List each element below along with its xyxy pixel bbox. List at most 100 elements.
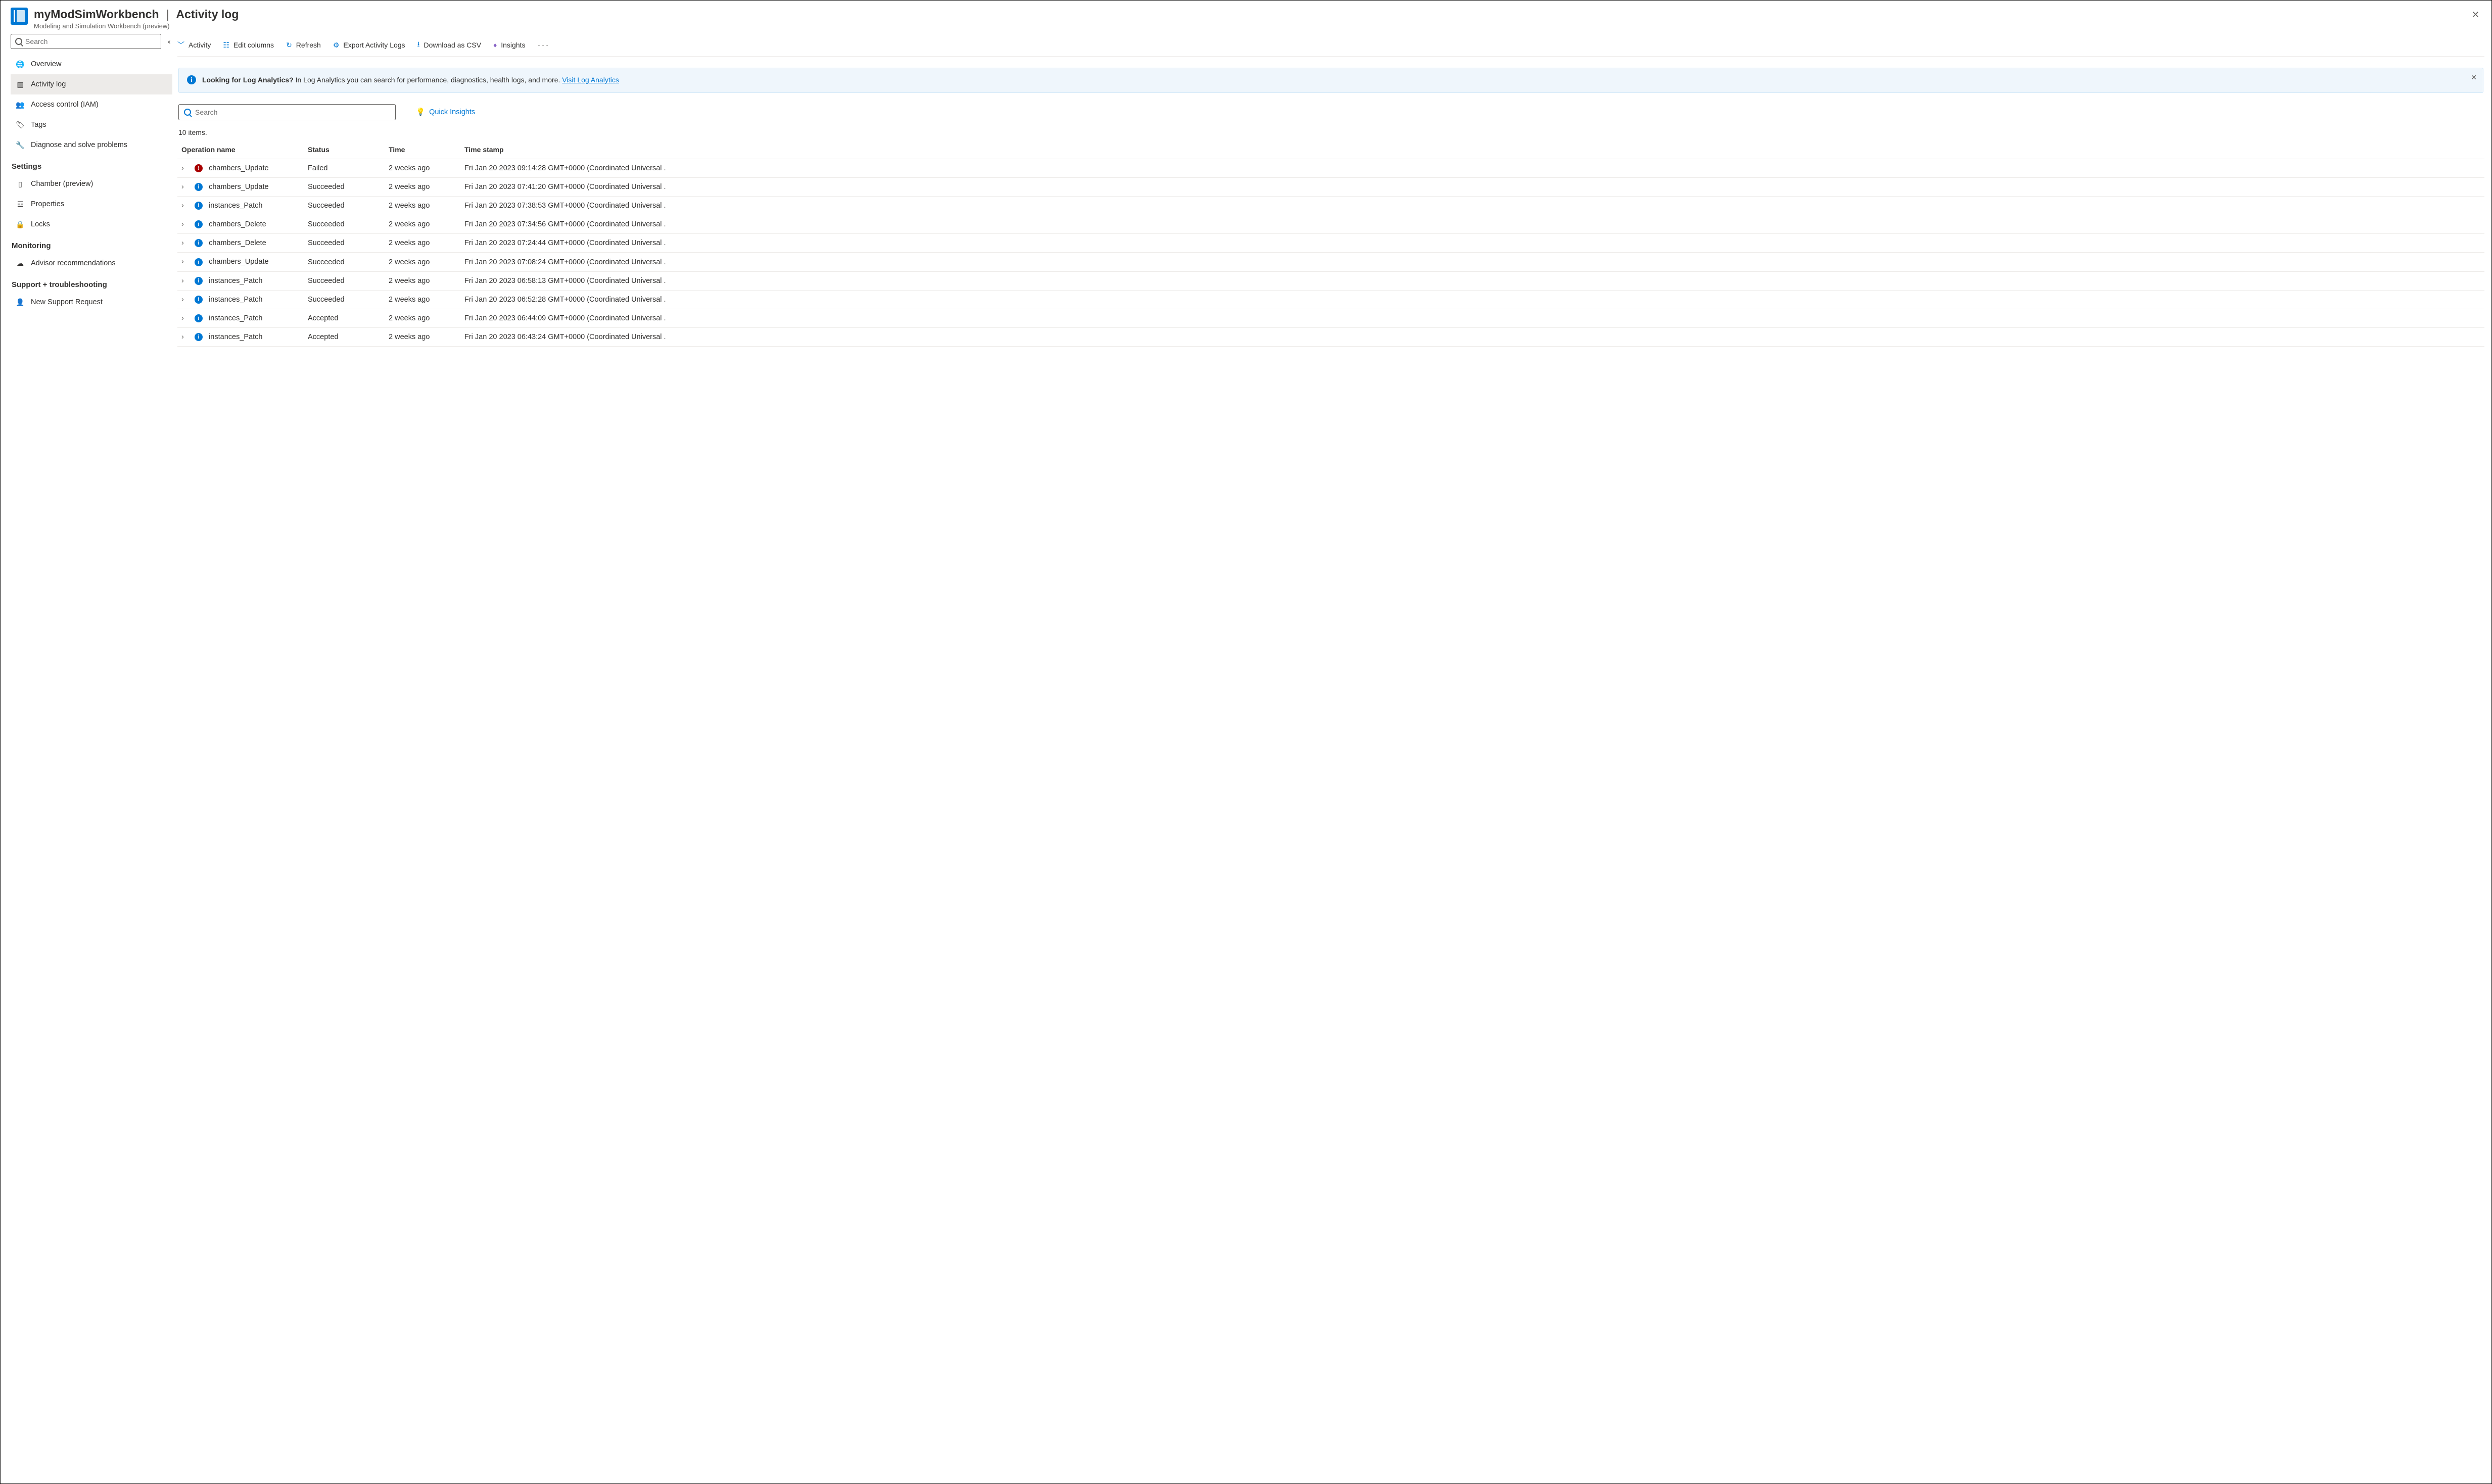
log-icon: ▥ <box>16 80 25 89</box>
sidebar-group-header: Settings <box>11 155 172 174</box>
cell-timestamp: Fri Jan 20 2023 06:43:24 GMT+0000 (Coord… <box>464 333 666 341</box>
column-header-time[interactable]: Time <box>385 140 460 159</box>
expand-row-icon[interactable]: › <box>181 164 187 172</box>
download-csv-button[interactable]: ⭳ Download as CSV <box>417 37 482 53</box>
banner-text: Looking for Log Analytics? In Log Analyt… <box>202 75 619 85</box>
quick-insights-button[interactable]: 💡 Quick Insights <box>416 108 475 116</box>
log-search[interactable] <box>178 104 396 120</box>
toolbar-label: Export Activity Logs <box>343 41 405 49</box>
cell-timestamp: Fri Jan 20 2023 07:08:24 GMT+0000 (Coord… <box>464 258 666 266</box>
status-icon: i <box>195 220 203 228</box>
edit-columns-button[interactable]: ☷ Edit columns <box>223 39 274 52</box>
page-title: myModSimWorkbench | Activity log <box>34 8 2470 21</box>
expand-row-icon[interactable]: › <box>181 220 187 228</box>
table-row[interactable]: › i instances_Patch Succeeded 2 weeks ag… <box>177 271 2484 290</box>
tag-icon: 🏷 <box>16 120 25 129</box>
refresh-icon: ↻ <box>286 41 292 50</box>
expand-row-icon[interactable]: › <box>181 258 187 266</box>
visit-log-analytics-link[interactable]: Visit Log Analytics <box>562 76 619 84</box>
status-icon: i <box>195 296 203 304</box>
cell-time: 2 weeks ago <box>389 258 430 266</box>
expand-row-icon[interactable]: › <box>181 239 187 247</box>
chevron-down-icon: ﹀ <box>177 40 184 50</box>
refresh-button[interactable]: ↻ Refresh <box>286 39 321 52</box>
log-search-input[interactable] <box>195 108 390 116</box>
expand-row-icon[interactable]: › <box>181 314 187 322</box>
sidebar-item-locks[interactable]: 🔒Locks <box>11 214 172 234</box>
banner-title: Looking for Log Analytics? <box>202 76 294 84</box>
sidebar-item-properties[interactable]: ☲Properties <box>11 194 172 214</box>
table-row[interactable]: › i chambers_Delete Succeeded 2 weeks ag… <box>177 234 2484 253</box>
sidebar-item-new-support-request[interactable]: 👤 New Support Request <box>11 292 172 312</box>
resource-name: myModSimWorkbench <box>34 8 159 21</box>
search-icon <box>15 38 22 45</box>
table-row[interactable]: › i chambers_Delete Succeeded 2 weeks ag… <box>177 215 2484 234</box>
table-row[interactable]: › i instances_Patch Succeeded 2 weeks ag… <box>177 290 2484 309</box>
sidebar-group-header: Support + troubleshooting <box>11 273 172 292</box>
sidebar-item-activity-log[interactable]: ▥Activity log <box>11 74 172 94</box>
status-icon: i <box>195 202 203 210</box>
cell-status: Succeeded <box>308 220 345 228</box>
status-icon: ! <box>195 164 203 172</box>
cell-time: 2 weeks ago <box>389 296 430 304</box>
cell-operation: chambers_Update <box>209 164 269 172</box>
table-row[interactable]: › i instances_Patch Accepted 2 weeks ago… <box>177 309 2484 327</box>
cell-status: Succeeded <box>308 296 345 304</box>
sidebar-item-label: New Support Request <box>31 298 103 306</box>
sidebar-item-overview[interactable]: 🌐Overview <box>11 54 172 74</box>
chamber-icon: ▯ <box>16 179 25 188</box>
title-separator: | <box>162 8 173 21</box>
status-icon: i <box>195 239 203 247</box>
cell-time: 2 weeks ago <box>389 164 430 172</box>
column-header-status[interactable]: Status <box>304 140 385 159</box>
status-icon: i <box>195 258 203 266</box>
blade-header: myModSimWorkbench | Activity log Modelin… <box>1 1 2491 34</box>
main-content: ﹀ Activity ☷ Edit columns ↻ Refresh ⚙ Ex… <box>172 34 2491 1483</box>
sidebar-search-input[interactable] <box>25 37 157 45</box>
export-button[interactable]: ⚙ Export Activity Logs <box>333 39 405 52</box>
column-header-timestamp[interactable]: Time stamp <box>460 140 2484 159</box>
table-row[interactable]: › i chambers_Update Succeeded 2 weeks ag… <box>177 177 2484 196</box>
cell-timestamp: Fri Jan 20 2023 06:44:09 GMT+0000 (Coord… <box>464 314 666 322</box>
expand-row-icon[interactable]: › <box>181 296 187 304</box>
toolbar-overflow-button[interactable]: ··· <box>538 40 550 51</box>
cell-status: Accepted <box>308 333 338 341</box>
cell-operation: instances_Patch <box>209 314 262 322</box>
cell-timestamp: Fri Jan 20 2023 09:14:28 GMT+0000 (Coord… <box>464 164 666 172</box>
table-row[interactable]: › i chambers_Update Succeeded 2 weeks ag… <box>177 253 2484 271</box>
table-row[interactable]: › ! chambers_Update Failed 2 weeks ago F… <box>177 159 2484 177</box>
toolbar: ﹀ Activity ☷ Edit columns ↻ Refresh ⚙ Ex… <box>177 34 2484 57</box>
toolbar-label: Refresh <box>296 41 321 49</box>
sidebar-item-label: Access control (IAM) <box>31 101 99 109</box>
expand-row-icon[interactable]: › <box>181 183 187 191</box>
sidebar-search[interactable] <box>11 34 161 49</box>
cell-time: 2 weeks ago <box>389 202 430 210</box>
properties-icon: ☲ <box>16 200 25 209</box>
columns-icon: ☷ <box>223 41 229 50</box>
toolbar-label: Activity <box>189 41 211 49</box>
support-icon: 👤 <box>16 298 25 307</box>
expand-row-icon[interactable]: › <box>181 202 187 210</box>
status-icon: i <box>195 277 203 285</box>
banner-close-button[interactable]: ✕ <box>2471 73 2477 82</box>
search-icon <box>184 109 191 116</box>
expand-row-icon[interactable]: › <box>181 277 187 285</box>
people-icon: 👥 <box>16 100 25 109</box>
table-row[interactable]: › i instances_Patch Accepted 2 weeks ago… <box>177 328 2484 347</box>
column-header-operation[interactable]: Operation name <box>177 140 304 159</box>
info-icon: i <box>187 75 196 84</box>
close-blade-button[interactable]: ✕ <box>2470 8 2481 22</box>
download-icon: ⭳ <box>417 39 420 51</box>
sidebar-item-diagnose-and-solve-problems[interactable]: 🔧Diagnose and solve problems <box>11 135 172 155</box>
sidebar-item-advisor-recommendations[interactable]: ☁Advisor recommendations <box>11 253 172 273</box>
sidebar-item-tags[interactable]: 🏷Tags <box>11 115 172 135</box>
sidebar-item-chamber-preview-[interactable]: ▯Chamber (preview) <box>11 174 172 194</box>
insights-button[interactable]: ♦ Insights <box>493 39 525 51</box>
expand-row-icon[interactable]: › <box>181 333 187 341</box>
table-row[interactable]: › i instances_Patch Succeeded 2 weeks ag… <box>177 196 2484 215</box>
activity-dropdown[interactable]: ﹀ Activity <box>177 38 211 52</box>
activity-log-table: Operation name Status Time Time stamp › … <box>177 140 2484 347</box>
globe-icon: 🌐 <box>16 60 25 69</box>
sidebar-item-access-control-iam-[interactable]: 👥 Access control (IAM) <box>11 94 172 115</box>
toolbar-label: Insights <box>501 41 525 49</box>
